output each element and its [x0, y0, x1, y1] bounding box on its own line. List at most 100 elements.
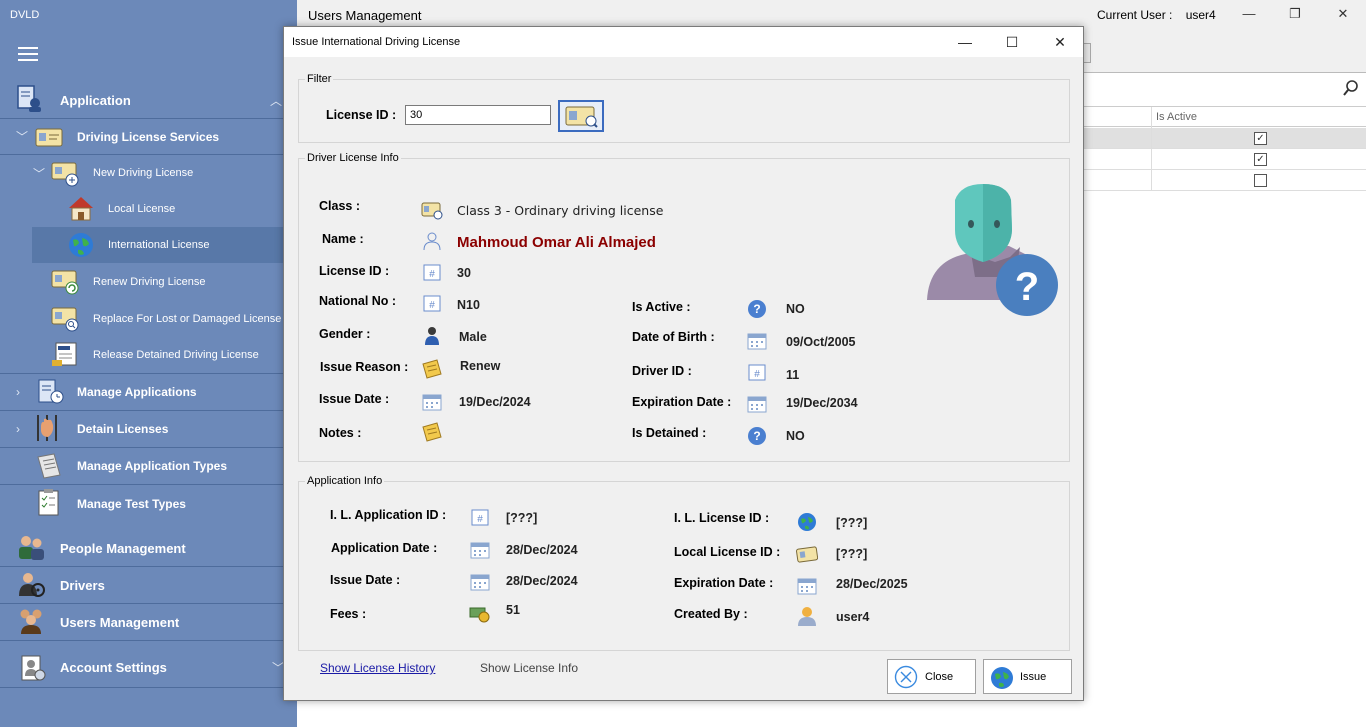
sidebar-item-label: Account Settings — [60, 660, 167, 675]
created-by-label: Created By : — [674, 607, 748, 621]
close-icon[interactable]: ✕ — [1051, 33, 1069, 51]
sidebar-item-users-management[interactable]: Users Management — [0, 604, 297, 641]
name-value: Mahmoud Omar Ali Almajed — [457, 234, 656, 251]
fees-value: 51 — [506, 603, 520, 617]
national-id-icon: # — [423, 295, 441, 312]
driver-id-label: Driver ID : — [632, 364, 692, 378]
sidebar: DVLD Application ︿ ﹀ Driving License Ser… — [0, 0, 297, 727]
calendar-icon — [797, 578, 817, 595]
svg-text:?: ? — [753, 302, 760, 316]
minimize-icon[interactable]: — — [1241, 6, 1257, 22]
money-icon — [469, 607, 490, 623]
account-settings-icon — [21, 655, 46, 681]
calendar-icon — [747, 396, 767, 413]
question-icon: ? — [748, 427, 766, 445]
fees-label: Fees : — [330, 607, 367, 621]
license-id-label: License ID : — [319, 264, 390, 278]
close-button[interactable]: Close — [887, 659, 976, 694]
current-user-value: user4 — [1185, 8, 1216, 22]
sidebar-item-manage-test-types[interactable]: Manage Test Types — [0, 485, 297, 522]
chevron-down-icon: ﹀ — [33, 166, 46, 181]
chevron-down-icon: ﹀ — [16, 130, 29, 144]
sidebar-item-manage-application-types[interactable]: Manage Application Types — [0, 448, 297, 485]
il-issue-date-value: 28/Dec/2024 — [506, 574, 578, 588]
restore-icon[interactable]: ❐ — [1287, 6, 1303, 22]
license-id-filter-label: License ID : — [326, 108, 397, 122]
show-license-history-link[interactable]: Show License History — [320, 661, 435, 675]
close-icon[interactable]: ✕ — [1335, 6, 1351, 22]
maximize-icon[interactable]: ☐ — [1003, 33, 1021, 51]
sidebar-item-people-management[interactable]: People Management — [0, 530, 297, 567]
sidebar-item-application[interactable]: Application ︿ — [0, 82, 297, 119]
license-card-icon — [796, 546, 818, 563]
class-label: Class : — [319, 199, 360, 213]
hamburger-menu-icon[interactable] — [18, 47, 38, 61]
sidebar-item-new-driving-license[interactable]: ﹀ New Driving License — [0, 155, 297, 191]
people-icon — [19, 536, 44, 560]
sidebar-item-label: Release Detained Driving License — [93, 349, 259, 361]
find-license-button[interactable] — [558, 100, 604, 132]
unknown-person-image: ? — [927, 184, 1058, 316]
sidebar-item-detain-licenses[interactable]: › Detain Licenses — [0, 411, 297, 448]
minimize-icon[interactable]: — — [956, 33, 974, 51]
filter-legend: Filter — [307, 73, 332, 85]
app-title: DVLD — [10, 9, 40, 21]
sidebar-item-drivers[interactable]: Drivers — [0, 567, 297, 604]
sidebar-item-label: Replace For Lost or Damaged License — [93, 312, 282, 325]
current-user-caption: Current User : — [1097, 8, 1173, 22]
application-date-value: 28/Dec/2024 — [506, 543, 578, 557]
application-info-legend: Application Info — [307, 475, 383, 487]
issue-date-value: 19/Dec/2024 — [459, 395, 531, 409]
sidebar-item-international-license[interactable]: International License — [32, 227, 297, 263]
issue-button-label: Issue — [1020, 671, 1047, 683]
note-icon — [422, 359, 442, 379]
house-icon — [69, 197, 93, 221]
column-is-active[interactable]: Is Active — [1156, 111, 1197, 123]
sidebar-item-release-detained-license[interactable]: Release Detained Driving License — [0, 337, 297, 374]
checklist-icon — [38, 489, 59, 516]
license-id-input[interactable] — [405, 105, 551, 125]
show-license-info-link[interactable]: Show License Info — [480, 661, 578, 675]
new-license-icon — [51, 162, 79, 187]
driver-id-value: 11 — [786, 368, 800, 382]
local-license-id-label: Local License ID : — [674, 545, 781, 559]
notes-label: Notes : — [319, 426, 362, 440]
sidebar-item-account-settings[interactable]: Account Settings ﹀ — [0, 648, 297, 688]
table-row[interactable]: ✓ — [1082, 149, 1366, 170]
sidebar-item-label: People Management — [60, 540, 186, 556]
sidebar-item-local-license[interactable]: Local License — [0, 191, 297, 227]
national-no-value: N10 — [457, 298, 480, 312]
national-no-label: National No : — [319, 294, 397, 308]
sidebar-item-label: Manage Applications — [77, 385, 197, 399]
license-search-icon — [565, 106, 598, 128]
sidebar-item-label: Local License — [108, 203, 176, 215]
license-card-icon — [35, 128, 63, 147]
grid-header: Is Active — [1082, 106, 1366, 128]
dialog-titlebar: Issue International Driving License — ☐ … — [284, 27, 1083, 57]
issue-button[interactable]: Issue — [983, 659, 1072, 694]
svg-text:?: ? — [753, 429, 760, 443]
release-license-icon — [52, 342, 77, 366]
sidebar-item-driving-license-services[interactable]: ﹀ Driving License Services — [0, 119, 297, 155]
il-application-id-label: I. L. Application ID : — [330, 508, 447, 522]
sidebar-item-renew-driving-license[interactable]: Renew Driving License — [0, 263, 297, 300]
dialog-title: Issue International Driving License — [292, 36, 461, 48]
table-row[interactable]: ✓ — [1082, 128, 1366, 149]
svg-text:#: # — [429, 300, 435, 311]
sidebar-item-manage-applications[interactable]: › Manage Applications — [0, 374, 297, 411]
search-icon[interactable] — [1342, 79, 1360, 97]
gender-value: Male — [459, 330, 487, 344]
issue-date-label: Issue Date : — [319, 392, 390, 406]
calendar-icon — [422, 394, 442, 411]
close-button-label: Close — [925, 671, 954, 683]
license-id-value: 30 — [457, 266, 471, 280]
il-expiration-date-value: 28/Dec/2025 — [836, 577, 908, 591]
table-row[interactable] — [1082, 170, 1366, 191]
calendar-icon — [470, 542, 490, 559]
application-document-icon — [17, 85, 41, 112]
hand-bars-icon — [37, 415, 57, 441]
sidebar-item-replace-license[interactable]: Replace For Lost or Damaged License — [0, 300, 297, 337]
globe-icon — [69, 233, 93, 257]
user-icon — [798, 607, 816, 626]
is-detained-value: NO — [786, 429, 805, 443]
